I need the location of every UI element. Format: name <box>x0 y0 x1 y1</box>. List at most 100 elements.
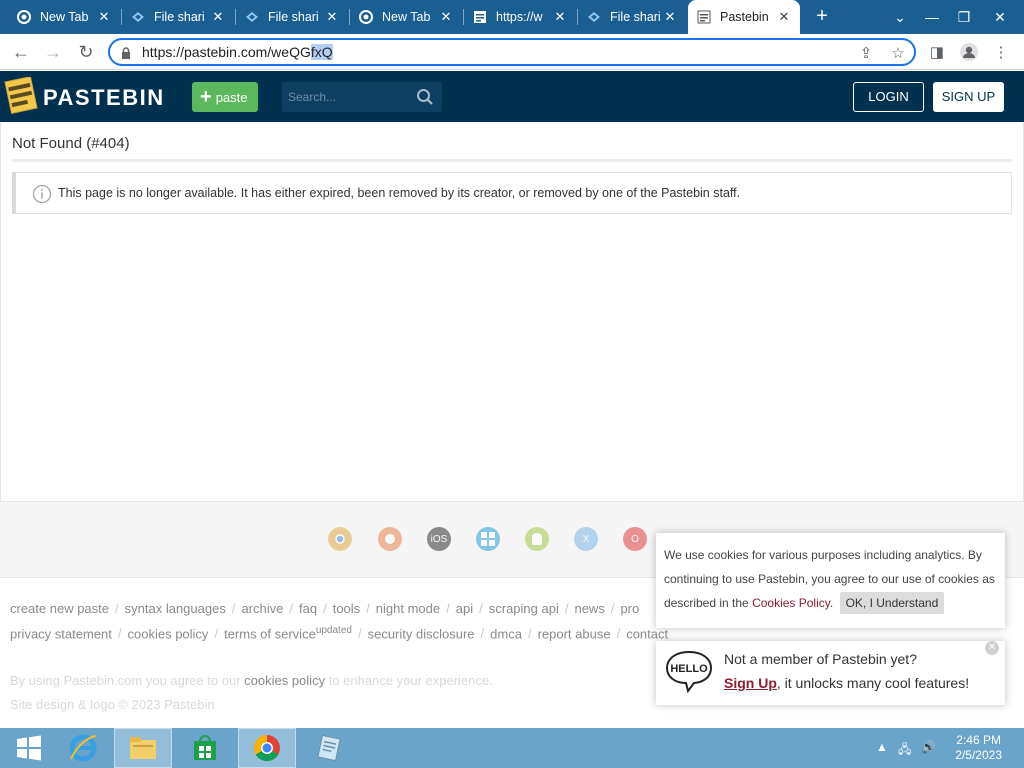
close-tab-icon[interactable]: ✕ <box>96 9 112 25</box>
footer-link[interactable]: terms of service <box>224 626 316 641</box>
signup-link[interactable]: Sign Up <box>724 675 777 691</box>
hello-speech-bubble-icon: HELLO <box>664 649 714 694</box>
browser-tab[interactable]: New Tab ✕ <box>350 0 462 34</box>
network-icon[interactable]: 🖧 <box>898 740 911 761</box>
footer-link[interactable]: night mode <box>376 601 440 616</box>
browser-menu-icon[interactable]: ⋮ <box>990 42 1012 64</box>
tab-title: New Tab <box>382 10 431 24</box>
browser-tab[interactable]: File shari ✕ <box>578 0 686 34</box>
close-window-icon[interactable]: ✕ <box>984 0 1016 34</box>
start-button[interactable] <box>0 728 58 768</box>
file-share-icon <box>244 9 260 25</box>
cookie-accept-button[interactable]: OK, I Understand <box>839 592 945 614</box>
footer-link[interactable]: dmca <box>490 626 522 641</box>
footer-link[interactable]: security disclosure <box>368 626 475 641</box>
close-tab-icon[interactable]: ✕ <box>552 9 568 25</box>
footer-link[interactable]: syntax languages <box>125 601 226 616</box>
minimize-icon[interactable]: — <box>916 0 948 34</box>
reload-icon[interactable]: ↻ <box>74 40 98 64</box>
cookie-consent-popup: We use cookies for various purposes incl… <box>656 533 1005 628</box>
file-explorer-taskbar-icon[interactable] <box>114 728 172 768</box>
profile-avatar-icon[interactable] <box>958 42 980 64</box>
tab-title: Pastebin <box>720 10 769 24</box>
footer-link[interactable]: cookies policy <box>128 626 209 641</box>
footer-link[interactable]: scraping api <box>489 601 559 616</box>
footer-link[interactable]: news <box>574 601 604 616</box>
footer-link[interactable]: api <box>456 601 473 616</box>
cookie-period: . <box>829 596 834 610</box>
title-divider <box>12 159 1012 162</box>
volume-icon[interactable]: 🔊 <box>921 740 936 754</box>
show-hidden-icons-icon[interactable]: ▲ <box>876 740 888 754</box>
new-paste-button[interactable]: + paste <box>192 82 258 112</box>
x-app-icon[interactable]: X <box>574 527 598 551</box>
footer-link[interactable]: create new paste <box>10 601 109 616</box>
close-tab-icon[interactable]: ✕ <box>662 9 678 25</box>
signup-promo-popup: HELLO Not a member of Pastebin yet? Sign… <box>656 641 1005 705</box>
close-tab-icon[interactable]: ✕ <box>324 9 340 25</box>
cookies-policy-link[interactable]: Cookies Policy <box>752 596 830 610</box>
pastebin-logo-icon[interactable] <box>4 76 38 115</box>
chrome-app-icon[interactable] <box>328 527 352 551</box>
windows-logo-icon <box>17 735 41 761</box>
internet-explorer-taskbar-icon[interactable] <box>54 728 112 768</box>
firefox-app-icon[interactable] <box>378 527 402 551</box>
windows-app-icon[interactable] <box>476 527 500 551</box>
footer-note-text: By using Pastebin.com you agree to our <box>10 673 245 688</box>
chrome-icon <box>358 9 374 25</box>
browser-tab[interactable]: File shari ✕ <box>122 0 234 34</box>
footer-link[interactable]: privacy statement <box>10 626 112 641</box>
login-button[interactable]: LOGIN <box>853 82 924 112</box>
close-popup-icon[interactable]: ✕ <box>985 641 999 655</box>
footer-cookies-policy-link[interactable]: cookies policy <box>244 673 325 688</box>
signup-button[interactable]: SIGN UP <box>933 82 1004 112</box>
plus-icon: + <box>200 86 212 108</box>
new-tab-button[interactable]: + <box>810 5 834 29</box>
not-found-notice: This page is no longer available. It has… <box>12 172 1012 214</box>
footer-link[interactable]: report abuse <box>538 626 611 641</box>
forward-icon[interactable]: → <box>41 40 65 64</box>
close-tab-icon[interactable]: ✕ <box>776 9 792 25</box>
tab-title: File shari <box>268 10 319 24</box>
hello-logo-text: HELLO <box>670 663 708 675</box>
close-tab-icon[interactable]: ✕ <box>210 9 226 25</box>
url-text: https://pastebin.com/weQGfxQ <box>142 44 333 60</box>
footer-link[interactable]: tools <box>333 601 360 616</box>
signup-pitch: Sign Up, it unlocks many cool features! <box>724 675 969 691</box>
ios-app-icon[interactable]: iOS <box>427 527 451 551</box>
lock-icon <box>120 46 132 59</box>
taskbar-clock[interactable]: 2:46 PM 2/5/2023 <box>955 733 1002 763</box>
new-paste-label: paste <box>215 89 248 105</box>
footer-link[interactable]: faq <box>299 601 317 616</box>
android-app-icon[interactable] <box>525 527 549 551</box>
footer-link[interactable]: contact <box>626 626 668 641</box>
restore-icon[interactable]: ❐ <box>948 0 980 34</box>
share-icon[interactable]: ⇪ <box>856 44 876 64</box>
url-prefix: https://pastebin.com/weQG <box>142 44 311 60</box>
footer-link[interactable]: archive <box>241 601 283 616</box>
signup-question: Not a member of Pastebin yet? <box>724 651 917 667</box>
search-icon[interactable] <box>416 88 434 106</box>
browser-tab[interactable]: https://w ✕ <box>464 0 576 34</box>
address-bar[interactable]: https://pastebin.com/weQGfxQ ⇪ ☆ <box>108 38 916 66</box>
browser-tab[interactable]: New Tab ✕ <box>8 0 120 34</box>
browser-tab-strip: New Tab ✕ File shari ✕ File shari ✕ New … <box>0 0 1024 34</box>
tab-search-icon[interactable]: ⌄ <box>884 0 916 34</box>
windows-taskbar: ▲ 🖧 🔊 2:46 PM 2/5/2023 <box>0 728 1024 768</box>
browser-tab-active[interactable]: Pastebin ✕ <box>688 0 800 34</box>
back-icon[interactable]: ← <box>9 40 33 64</box>
tab-title: https://w <box>496 10 543 24</box>
store-taskbar-icon[interactable] <box>176 728 234 768</box>
close-tab-icon[interactable]: ✕ <box>438 9 454 25</box>
opera-app-icon[interactable]: O <box>623 527 647 551</box>
site-brand[interactable]: PASTEBIN <box>43 85 165 111</box>
bookmark-star-icon[interactable]: ☆ <box>888 44 908 64</box>
search-input[interactable] <box>288 88 408 106</box>
browser-tab[interactable]: File shari ✕ <box>236 0 348 34</box>
footer-link[interactable]: pro <box>620 601 639 616</box>
side-panel-icon[interactable]: ◨ <box>926 42 948 64</box>
chrome-taskbar-icon[interactable] <box>238 728 296 768</box>
notepad-taskbar-icon[interactable] <box>300 728 358 768</box>
notice-message: This page is no longer available. It has… <box>58 186 741 200</box>
tab-title: File shari <box>610 10 661 24</box>
